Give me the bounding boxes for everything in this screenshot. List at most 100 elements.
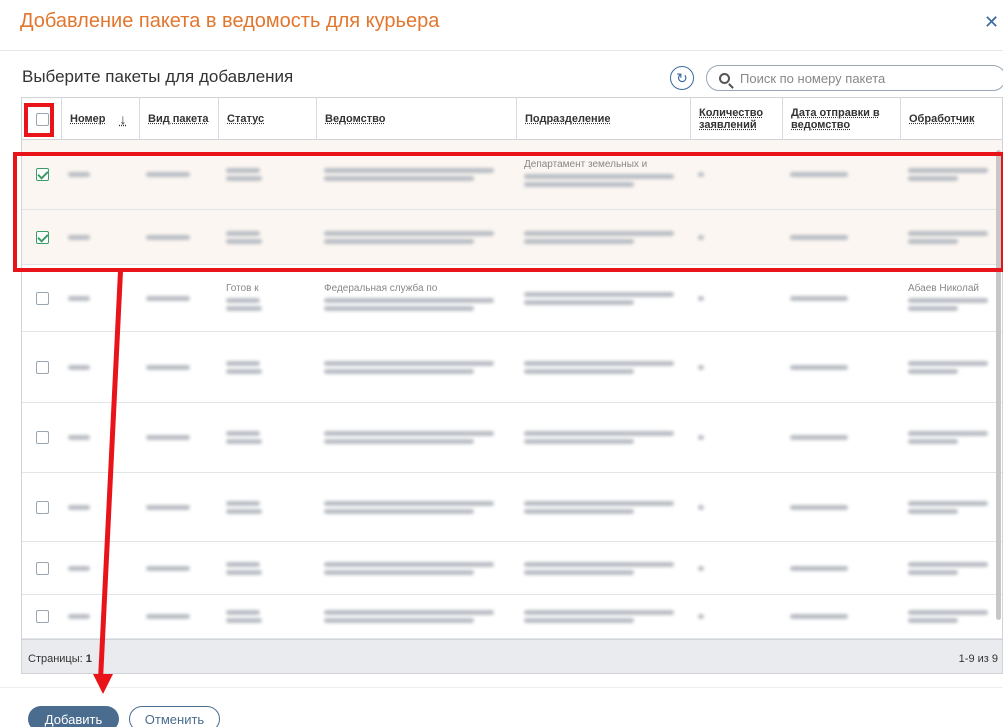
redacted-text <box>524 431 674 436</box>
redacted-text <box>226 176 262 181</box>
redacted-text <box>68 234 90 240</box>
cell-department <box>524 473 689 541</box>
table-row[interactable] <box>22 473 1002 542</box>
refresh-button[interactable]: ↻ <box>670 66 694 90</box>
column-header-number[interactable]: Номер ↓ <box>61 98 139 140</box>
cell-handler <box>908 210 1002 264</box>
redacted-text <box>524 368 634 374</box>
cell-agency: Федеральная служба по <box>324 265 514 331</box>
cell-date <box>790 265 890 331</box>
redacted-text <box>908 368 958 374</box>
cell-date <box>790 403 890 472</box>
cancel-button[interactable]: Отменить <box>129 706 220 727</box>
redacted-text <box>524 508 634 514</box>
cell-count <box>698 595 778 638</box>
search-box[interactable] <box>706 65 1003 91</box>
redacted-text <box>524 291 674 297</box>
redacted-text <box>908 439 958 444</box>
redacted-text <box>324 561 494 567</box>
cell-department <box>524 542 689 594</box>
redacted-text <box>324 238 474 244</box>
redacted-text <box>226 360 260 366</box>
table-row[interactable] <box>22 332 1002 403</box>
redacted-text <box>698 504 704 510</box>
row-checkbox[interactable] <box>36 230 49 244</box>
divider <box>0 50 1003 51</box>
redacted-text <box>68 172 90 177</box>
redacted-text <box>226 368 262 374</box>
redacted-text <box>68 364 90 370</box>
cell-number <box>68 403 128 472</box>
cell-count <box>698 473 778 541</box>
annotation-arrow-head <box>93 674 113 694</box>
redacted-text <box>324 431 494 436</box>
row-checkbox[interactable] <box>36 168 49 181</box>
redacted-text <box>226 610 260 615</box>
redacted-text <box>146 614 190 619</box>
redacted-text <box>324 569 474 575</box>
redacted-text <box>790 504 848 510</box>
redacted-text <box>908 561 988 567</box>
cell-handler <box>908 140 1002 209</box>
redacted-text <box>790 435 848 440</box>
table-scrollbar[interactable] <box>996 150 1001 620</box>
redacted-text <box>524 569 634 575</box>
cell-agency <box>324 210 514 264</box>
cell-type <box>146 332 216 402</box>
redacted-text <box>698 172 704 177</box>
cell-status <box>226 210 311 264</box>
redacted-text <box>790 614 848 619</box>
row-checkbox[interactable] <box>36 500 49 514</box>
select-all-checkbox[interactable] <box>36 113 49 126</box>
cell-agency <box>324 332 514 402</box>
redacted-text <box>324 618 474 623</box>
redacted-text <box>524 174 674 179</box>
cell-text: Департамент земельных и <box>524 159 648 170</box>
redacted-text <box>698 435 704 440</box>
redacted-text <box>524 561 674 567</box>
redacted-text <box>790 295 848 301</box>
row-checkbox[interactable] <box>36 610 49 623</box>
cell-status <box>226 542 311 594</box>
cell-number <box>68 265 128 331</box>
redacted-text <box>790 172 848 177</box>
column-header-send-date[interactable]: Дата отправки в ведомство <box>782 98 900 140</box>
cell-number <box>68 595 128 638</box>
table-row[interactable] <box>22 542 1002 595</box>
cell-department: Департамент земельных и <box>524 140 689 209</box>
redacted-text <box>226 500 260 506</box>
redacted-text <box>524 238 634 244</box>
column-header-agency[interactable]: Ведомство <box>316 98 516 140</box>
redacted-text <box>226 238 262 244</box>
redacted-text <box>524 299 634 305</box>
search-input[interactable] <box>740 70 980 86</box>
column-header-department[interactable]: Подразделение <box>516 98 690 140</box>
column-header-applications-count[interactable]: Количество заявлений <box>690 98 782 140</box>
row-checkbox[interactable] <box>36 561 49 575</box>
refresh-icon: ↻ <box>676 69 688 86</box>
redacted-text <box>146 504 190 510</box>
table-row[interactable] <box>22 210 1002 265</box>
redacted-text <box>324 360 494 366</box>
cell-type <box>146 542 216 594</box>
cell-type <box>146 140 216 209</box>
row-checkbox[interactable] <box>36 431 49 444</box>
cell-count <box>698 403 778 472</box>
add-button[interactable]: Добавить <box>28 706 119 727</box>
cell-text: Готов к <box>226 282 259 294</box>
row-checkbox[interactable] <box>36 360 49 374</box>
table-row[interactable]: Готов к Федеральная служба по Абаев Никола… <box>22 265 1002 332</box>
cell-number <box>68 332 128 402</box>
table-row[interactable]: Департамент земельных и <box>22 140 1002 210</box>
close-icon[interactable]: ✕ <box>984 12 999 33</box>
column-header-package-type[interactable]: Вид пакета <box>139 98 218 140</box>
column-header-handler[interactable]: Обработчик <box>900 98 1002 140</box>
redacted-text <box>908 569 958 575</box>
redacted-text <box>908 500 988 506</box>
redacted-text <box>908 360 988 366</box>
table-row[interactable] <box>22 403 1002 473</box>
row-checkbox[interactable] <box>36 291 49 305</box>
column-header-status[interactable]: Статус <box>218 98 316 140</box>
table-row[interactable] <box>22 595 1002 639</box>
cell-handler <box>908 595 1002 638</box>
